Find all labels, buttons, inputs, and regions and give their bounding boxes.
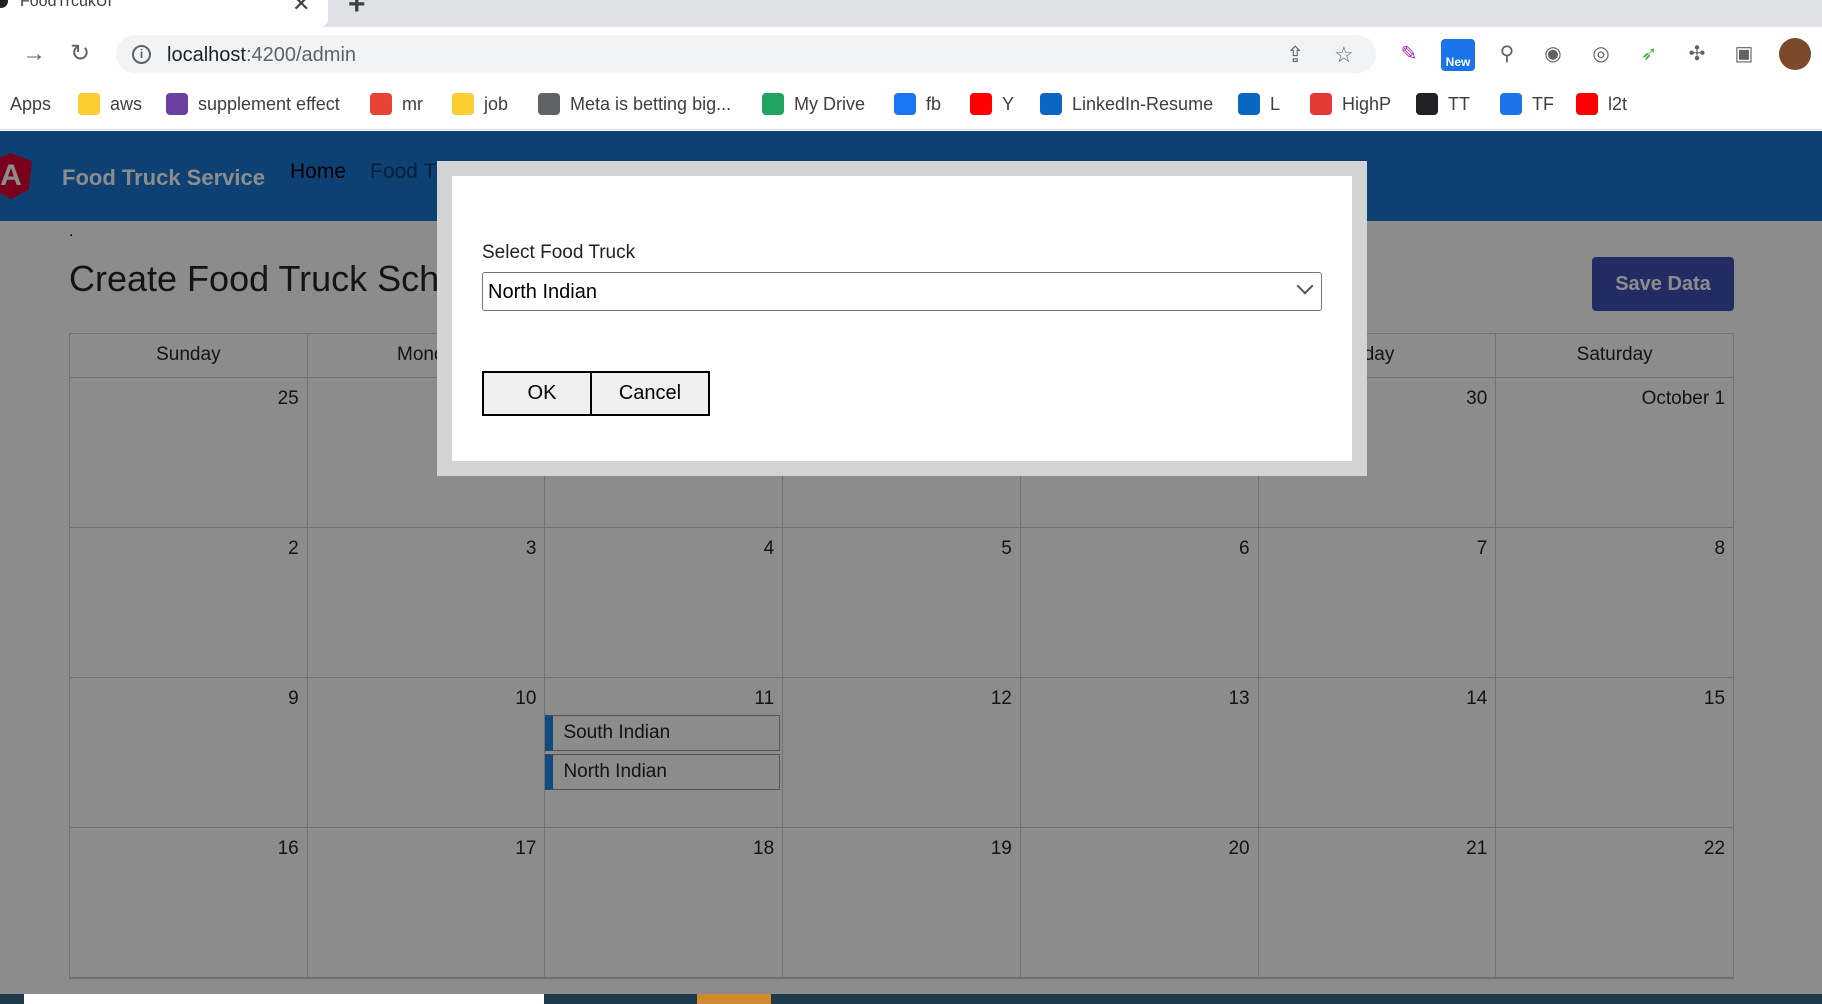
bookmark-label: mr xyxy=(402,93,423,114)
bookmark-label: LinkedIn-Resume xyxy=(1072,93,1214,114)
eyedropper-extension-icon[interactable]: ⚲ xyxy=(1494,41,1520,67)
side-panel-icon[interactable]: ▣ xyxy=(1731,41,1757,67)
elephant-extension-icon[interactable]: ◉ xyxy=(1540,41,1566,67)
folder-icon xyxy=(78,93,100,115)
bookmark-item[interactable]: Y xyxy=(970,91,1014,117)
chevron-down-icon xyxy=(1296,277,1314,295)
bookmark-item[interactable]: L xyxy=(1238,91,1280,117)
food-truck-select[interactable]: North Indian xyxy=(482,272,1322,311)
tab-title: FoodTrcukUI xyxy=(20,0,112,10)
browser-toolbar: → ↻ i localhost:4200/admin ⇪ ☆ ✎ New ⚲ ◉… xyxy=(0,27,1822,81)
bookmark-item[interactable]: HighP xyxy=(1310,91,1391,117)
bookmark-label: Meta is betting big... xyxy=(570,93,732,114)
cancel-button[interactable]: Cancel xyxy=(590,371,710,416)
url-host: localhost xyxy=(167,44,246,66)
select-food-truck-label: Select Food Truck xyxy=(482,242,636,263)
linkedin-icon xyxy=(1238,93,1260,115)
folder-icon xyxy=(452,93,474,115)
bookmark-label: Y xyxy=(1002,93,1015,114)
highp-icon xyxy=(1310,93,1332,115)
drive-icon xyxy=(762,93,784,115)
bookmark-label: aws xyxy=(110,93,143,114)
profile-avatar[interactable] xyxy=(1779,38,1811,70)
taskbar-active-app[interactable] xyxy=(697,994,771,1004)
youtube-icon xyxy=(970,93,992,115)
tt-icon xyxy=(1416,93,1438,115)
reload-icon[interactable]: ↻ xyxy=(70,41,90,67)
bookmark-item[interactable]: l2t xyxy=(1576,91,1627,117)
food-truck-selected-value: North Indian xyxy=(488,281,597,303)
tab-strip: FoodTrcukUI ✕ + xyxy=(0,0,1822,27)
mouse-extension-icon[interactable]: ◎ xyxy=(1588,41,1614,67)
bookmark-item[interactable]: mr xyxy=(370,91,423,117)
angular-favicon-icon xyxy=(0,0,8,8)
linkedin-icon xyxy=(1040,93,1062,115)
bookmark-label: My Drive xyxy=(794,93,865,114)
bookmark-label: L xyxy=(1270,93,1281,114)
bookmark-label: job xyxy=(484,93,509,114)
taskbar-window xyxy=(24,994,544,1004)
dialog-frame: Select Food Truck North Indian OK Cancel xyxy=(437,161,1367,476)
bookmark-label: l2t xyxy=(1608,93,1628,114)
bookmarks-bar: Apps aws supplement effect mr job Meta is bet… xyxy=(0,81,1822,130)
bookmark-label: HighP xyxy=(1342,93,1392,114)
bookmark-item[interactable]: fb xyxy=(894,91,941,117)
ok-button[interactable]: OK xyxy=(482,371,602,416)
extensions-puzzle-icon[interactable]: ✣ xyxy=(1684,41,1710,67)
excel-icon xyxy=(166,93,188,115)
bookmark-item[interactable]: aws xyxy=(78,91,142,117)
bookmark-label: Apps xyxy=(10,93,52,114)
bookmark-label: fb xyxy=(926,93,942,114)
share-icon[interactable]: ⇪ xyxy=(1286,42,1304,68)
pen-extension-icon[interactable]: ✎ xyxy=(1396,41,1422,67)
bookmark-label: TT xyxy=(1448,93,1470,114)
bookmark-label: supplement effect xyxy=(198,93,340,114)
cursor-extension-icon[interactable]: ➶ xyxy=(1636,41,1662,67)
url-path: :4200/admin xyxy=(245,44,357,66)
bookmark-item[interactable]: job xyxy=(452,91,508,117)
tf-icon xyxy=(1500,93,1522,115)
bookmark-item[interactable]: supplement effect xyxy=(166,91,340,117)
bookmark-item[interactable]: TT xyxy=(1416,91,1470,117)
bookmark-item[interactable]: LinkedIn-Resume xyxy=(1040,91,1213,117)
browser-tab[interactable]: FoodTrcukUI ✕ xyxy=(0,0,328,27)
gmail-icon xyxy=(370,93,392,115)
new-extension-icon[interactable]: New xyxy=(1441,39,1475,71)
url-text: localhost:4200/admin xyxy=(167,44,356,67)
site-info-icon[interactable]: i xyxy=(132,45,151,64)
bookmark-label: TF xyxy=(1532,93,1554,114)
bookmark-item[interactable]: Meta is betting big... xyxy=(538,91,731,117)
bookmark-item[interactable]: TF xyxy=(1500,91,1554,117)
select-food-truck-dialog: Select Food Truck North Indian OK Cancel xyxy=(452,176,1352,461)
youtube-icon xyxy=(1576,93,1598,115)
facebook-icon xyxy=(894,93,916,115)
address-bar[interactable]: i localhost:4200/admin ⇪ ☆ xyxy=(116,35,1376,73)
close-tab-icon[interactable]: ✕ xyxy=(292,0,310,17)
globe-icon xyxy=(538,93,560,115)
bookmark-item[interactable]: Apps xyxy=(10,91,51,117)
bookmark-item[interactable]: My Drive xyxy=(762,91,865,117)
forward-arrow-icon[interactable]: → xyxy=(22,41,46,67)
new-tab-icon[interactable]: + xyxy=(348,0,366,22)
bookmark-star-icon[interactable]: ☆ xyxy=(1334,42,1354,68)
